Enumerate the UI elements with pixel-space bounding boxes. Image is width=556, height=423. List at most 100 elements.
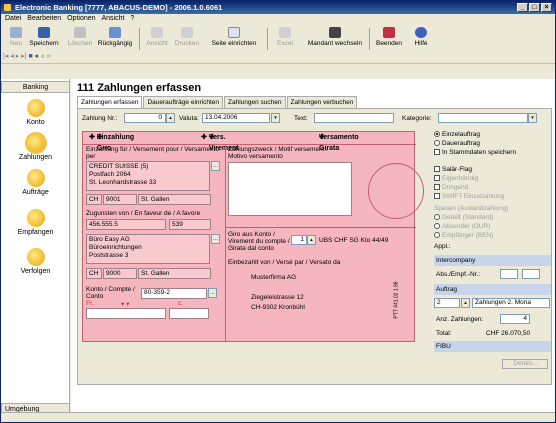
zugunsten-label: Zugunsten von / En faveur de / A favore [86,210,201,217]
zugunsten-nr-field[interactable]: 456.555.5 [86,219,166,230]
bank-line-3: St. Leonhardstrasse 33 [89,179,157,186]
fibu-section: FIBU [434,341,551,352]
delete-button[interactable]: Löschen [65,27,95,47]
empfangen-icon [26,209,45,227]
text-label: Text: [294,115,308,122]
konto-lookup-button[interactable]: … [208,288,217,298]
minimize-button[interactable]: _ [517,3,528,12]
record-icon[interactable]: ■ [29,53,33,60]
menu-help[interactable]: ? [130,15,134,22]
kategorie-select[interactable] [438,113,528,123]
bank-ort-field[interactable]: St. Gallen [138,194,211,205]
view-button[interactable]: Ansicht [143,27,171,47]
print-button[interactable]: Drucken [171,27,203,47]
excel-icon [279,27,291,38]
previous-record-icon[interactable]: ◂ [10,53,14,60]
menu-optionen[interactable]: Optionen [67,15,95,22]
save-icon [38,27,50,38]
sidebar-item-empfangen[interactable]: Empfangen [1,209,70,236]
konto-input[interactable]: 80-359-2 [141,288,207,299]
view-icon [151,27,163,38]
auftrag-spinner[interactable]: ▴ [461,298,470,308]
swift-checkbox[interactable]: SWIFT Einzelzahlung [434,193,504,200]
excel-button[interactable]: Excel [273,27,297,47]
recipient-country-field[interactable]: CH [86,268,102,279]
details-button[interactable]: Details... [502,359,548,369]
bank-country-field[interactable]: CH [86,194,102,205]
kategorie-dropdown-button[interactable]: ▾ [528,113,537,123]
payer-line-2: Ziegeleistrasse 12 [251,294,304,301]
globe-icon[interactable]: ● [35,53,39,60]
toolbar-separator [267,28,268,50]
undo-button[interactable]: Rückgängig [95,27,135,47]
tab-dauerauftraege[interactable]: Daueraufträge einrichten [143,96,224,108]
salaer-checkbox[interactable]: Salär-Flag [434,166,472,173]
anz-zahlungen-label: Anz. Zahlungen: [436,316,484,323]
recipient-lookup-button[interactable]: … [211,234,220,244]
stammdaten-checkbox[interactable]: In Stammdaten speichern [434,149,516,156]
first-record-icon[interactable]: |◂ [3,53,8,60]
recipient-plz-field[interactable]: 9000 [103,268,137,279]
fr-label: Fr. [86,300,94,307]
bank-plz-field[interactable]: 9001 [103,194,137,205]
text-input[interactable] [314,113,394,123]
spesen-empfaenger-radio[interactable]: Empfänger (BEN) [434,232,493,239]
new-button[interactable]: Neu [5,27,27,47]
title-bar: Electronic Banking [7777, ABACUS-DEMO] -… [1,1,555,14]
giro-nr-input[interactable]: 1 [291,235,307,245]
sidebar-item-verfolgen[interactable]: Verfolgen [1,248,70,275]
eigenhaendig-checkbox[interactable]: Eigenhändig [434,175,478,182]
zugunsten-nr2-field[interactable]: 539 [169,219,211,230]
last-record-icon[interactable]: ▸| [21,53,26,60]
dauerauftrag-radio[interactable]: Dauerauftrag [434,140,480,147]
sidebar-item-konto[interactable]: Konto [1,99,70,126]
next-record-icon[interactable]: ▸ [16,53,20,60]
zahlung-nr-spinner[interactable]: ▴ [166,113,175,123]
tab-zahlungen-erfassen[interactable]: Zahlungen erfassen [77,96,143,108]
bank-address-box[interactable]: CREDIT SUISSE (5) Postfach 2064 St. Leon… [86,161,210,191]
abs-empf-input-1[interactable] [500,269,518,279]
menu-ansicht[interactable]: Ansicht [101,15,124,22]
einzelauftrag-radio[interactable]: Einzelauftrag [434,131,480,138]
bank-lookup-button[interactable]: … [211,161,220,171]
help-icon [415,27,427,38]
abs-empf-input-2[interactable] [522,269,540,279]
page-setup-button[interactable]: Seite einrichten [205,27,263,47]
page-setup-icon [228,27,240,38]
switch-client-icon [329,27,341,38]
giro-spinner[interactable]: ▴ [307,235,316,245]
konto-icon [26,99,45,117]
spesen-geteilt-radio[interactable]: Geteilt (Standard) [434,214,493,221]
switch-client-button[interactable]: Mandant wechseln [305,27,365,47]
auftrag-text-input[interactable]: Zahlungen 2. Mona [472,298,550,308]
sidebar-item-zahlungen[interactable]: Zahlungen [1,132,70,161]
step-back-icon[interactable]: « [41,53,45,60]
tab-zahlungen-verbuchen[interactable]: Zahlungen verbuchen [286,96,358,108]
recipient-address-box[interactable]: Büro Easy AG Büroeinrichtungen Poststras… [86,234,210,264]
dringend-checkbox[interactable]: Dringend [434,184,468,191]
exit-icon [383,27,395,38]
help-button[interactable]: Hilfe [409,27,433,47]
menu-datei[interactable]: Datei [5,15,21,22]
zahlung-nr-input[interactable]: 0 [124,113,166,123]
amount-cents-input[interactable] [169,308,209,319]
sidebar [1,79,70,409]
close-button[interactable]: × [541,3,552,12]
exit-button[interactable]: Beenden [373,27,405,47]
total-label: Total: [436,330,452,337]
valuta-input[interactable]: 13.04.2006 [202,113,270,123]
sidebar-item-auftraege[interactable]: Aufträge [1,169,70,196]
step-forward-icon[interactable]: » [47,53,51,60]
save-button[interactable]: Speichern [27,27,61,47]
new-icon [10,27,22,38]
valuta-dropdown-button[interactable]: ▾ [271,113,280,123]
maximize-button[interactable]: □ [529,3,540,12]
recipient-ort-field[interactable]: St. Gallen [138,268,211,279]
einzahlung-label: Einzahlung für / Versement pour / Versam… [86,146,219,160]
spesen-absender-radio[interactable]: Absender (OUR) [434,223,490,230]
menu-bearbeiten[interactable]: Bearbeiten [27,15,61,22]
amount-francs-input[interactable] [86,308,166,319]
tab-zahlungen-suchen[interactable]: Zahlungen suchen [224,96,286,108]
auftrag-nr-input[interactable]: 2 [434,298,460,308]
zahlungszweck-input[interactable] [228,162,352,216]
